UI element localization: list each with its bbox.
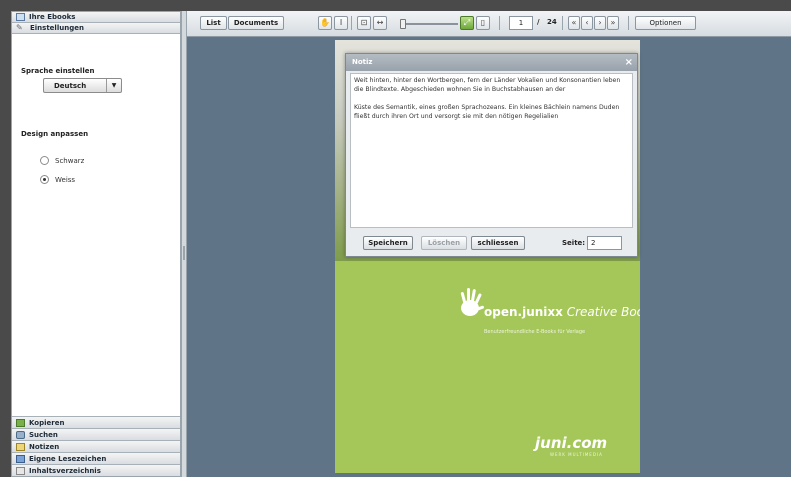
publisher-subtitle: WERK MULTIMEDIA <box>550 452 603 457</box>
viewer-toolbar: List Documents ✋ I ⊡ ↔ ⤢ ▯ 1 / 24 « ‹ › … <box>187 11 791 37</box>
toolbar-separator <box>562 16 563 30</box>
sidebar-item-notes[interactable]: Notizen <box>12 440 180 452</box>
radio-label: Weiss <box>55 175 76 184</box>
pencil-icon: ✎ <box>16 23 23 32</box>
radio-button[interactable] <box>40 175 49 184</box>
brand-tagline: Benutzerfreundliche E-Books für Verlage <box>484 329 586 335</box>
sidebar-item-label: Eigene Lesezeichen <box>29 454 107 463</box>
sidebar-item-search[interactable]: Suchen <box>12 428 180 440</box>
dialog-title: Notiz <box>352 58 373 66</box>
page-label: Seite: <box>562 239 586 247</box>
sidebar-item-bookmarks[interactable]: Eigene Lesezeichen <box>12 452 180 464</box>
next-page-icon[interactable]: › <box>594 16 606 30</box>
previous-page-icon[interactable]: ‹ <box>581 16 593 30</box>
copy-icon <box>16 418 25 427</box>
page-count: / 24 <box>537 18 557 26</box>
page-separator: / <box>537 18 540 26</box>
sidebar-item-label: Notizen <box>29 442 60 451</box>
design-section-title: Design anpassen <box>21 130 89 138</box>
options-button[interactable]: Optionen <box>635 16 696 30</box>
language-select[interactable]: Deutsch ▼ <box>43 78 122 93</box>
toc-icon <box>16 466 25 475</box>
single-page-icon[interactable]: ▯ <box>476 16 490 30</box>
note-icon <box>16 442 25 451</box>
save-button[interactable]: Speichern <box>363 236 413 250</box>
brand-name: open.junixx <box>484 305 563 319</box>
settings-panel: Sprache einstellen Deutsch ▼ Design anpa… <box>12 34 180 404</box>
language-section-title: Sprache einstellen <box>21 67 95 75</box>
chevron-down-icon[interactable]: ▼ <box>106 79 121 92</box>
publisher-logo: juni.com <box>535 434 608 452</box>
page-number-input[interactable]: 2 <box>587 236 622 250</box>
brand-product: Creative Books <box>566 305 640 319</box>
list-button[interactable]: List <box>200 16 227 30</box>
current-page-input[interactable]: 1 <box>509 16 533 30</box>
sidebar-item-settings[interactable]: ✎ Einstellungen <box>12 23 180 34</box>
bookmark-icon <box>16 454 25 463</box>
zoom-slider[interactable] <box>400 23 458 25</box>
radio-option-schwarz[interactable]: Schwarz <box>40 156 84 165</box>
note-paragraph: Küste des Semantik, eines großen Spracho… <box>354 104 620 120</box>
language-select-value: Deutsch <box>54 81 87 90</box>
dialog-title-bar[interactable]: Notiz × <box>346 54 637 71</box>
sidebar-item-label: Einstellungen <box>30 23 84 32</box>
hand-icon[interactable]: ✋ <box>318 16 332 30</box>
book-icon <box>16 13 25 21</box>
sidebar-item-label: Ihre Ebooks <box>29 12 76 21</box>
viewer-area: List Documents ✋ I ⊡ ↔ ⤢ ▯ 1 / 24 « ‹ › … <box>187 11 791 477</box>
note-textarea[interactable]: Weit hinten, hinter den Wortbergen, fern… <box>350 73 633 228</box>
total-pages: 24 <box>547 18 557 26</box>
radio-label: Schwarz <box>55 156 85 165</box>
radio-option-weiss[interactable]: Weiss <box>40 175 75 184</box>
fit-width-icon[interactable]: ↔ <box>373 16 387 30</box>
text-cursor-icon[interactable]: I <box>334 16 348 30</box>
close-button[interactable]: schliessen <box>471 236 525 250</box>
sidebar-item-label: Suchen <box>29 430 58 439</box>
toolbar-separator <box>628 16 629 30</box>
splitter-grip[interactable] <box>183 246 185 260</box>
sidebar-item-label: Inhaltsverzeichnis <box>29 466 101 475</box>
brand-wordmark: open.junixx Creative Books <box>484 305 640 319</box>
note-paragraph: Weit hinten, hinter den Wortbergen, fern… <box>354 77 621 93</box>
documents-button[interactable]: Documents <box>228 16 284 30</box>
dialog-footer: Speichern Löschen schliessen Seite: 2 <box>346 231 637 257</box>
delete-button[interactable]: Löschen <box>421 236 467 250</box>
fit-page-icon[interactable]: ⊡ <box>357 16 371 30</box>
fullscreen-icon[interactable]: ⤢ <box>460 16 474 30</box>
last-page-icon[interactable]: » <box>607 16 619 30</box>
sidebar: Ihre Ebooks ✎ Einstellungen Sprache eins… <box>11 11 181 477</box>
close-icon[interactable]: × <box>625 54 633 71</box>
first-page-icon[interactable]: « <box>568 16 580 30</box>
sidebar-bottom-menu: Kopieren Suchen Notizen Eigene Lesezeich… <box>12 416 180 476</box>
sidebar-item-ebooks[interactable]: Ihre Ebooks <box>12 12 180 23</box>
zoom-slider-handle[interactable] <box>400 19 406 29</box>
sidebar-item-copy[interactable]: Kopieren <box>12 416 180 428</box>
radio-button[interactable] <box>40 156 49 165</box>
search-icon <box>16 430 25 439</box>
toolbar-separator <box>351 16 352 30</box>
toolbar-separator <box>499 16 500 30</box>
sidebar-item-label: Kopieren <box>29 418 65 427</box>
sidebar-item-toc[interactable]: Inhaltsverzeichnis <box>12 464 180 476</box>
note-dialog: Notiz × Weit hinten, hinter den Wortberg… <box>345 53 638 257</box>
